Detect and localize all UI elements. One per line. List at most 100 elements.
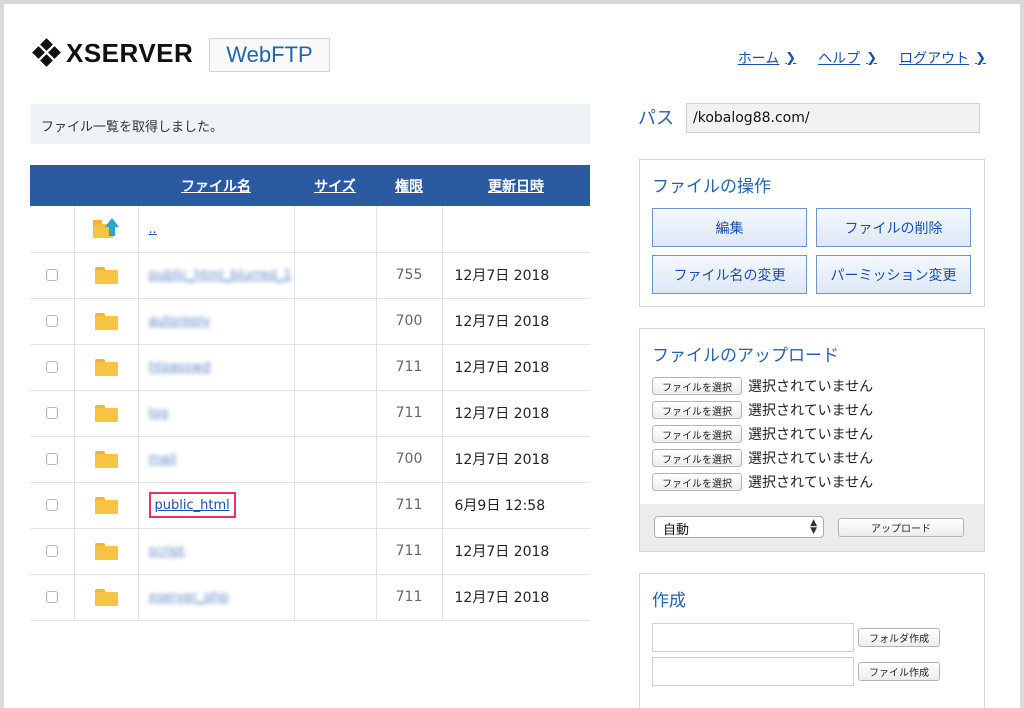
logo-text: XSERVER bbox=[66, 37, 194, 68]
upload-row: ファイルを選択 選択されていません bbox=[652, 424, 873, 444]
create-folder-button[interactable]: フォルダ作成 bbox=[858, 628, 940, 647]
upload-button[interactable]: アップロード bbox=[838, 518, 964, 537]
table-row-parent: .. bbox=[30, 206, 590, 253]
row-perm: 711 bbox=[375, 344, 442, 391]
folder-icon bbox=[94, 450, 118, 468]
file-name-link[interactable]: log bbox=[149, 406, 169, 421]
choose-file-button[interactable]: ファイルを選択 bbox=[652, 449, 742, 467]
folder-icon bbox=[94, 588, 118, 606]
row-perm: 711 bbox=[375, 528, 442, 575]
table-row: public_html_blurred_1 755 12月7日 2018 bbox=[30, 252, 590, 299]
row-checkbox[interactable] bbox=[45, 545, 58, 557]
file-name-link[interactable]: htpasswd bbox=[149, 360, 211, 375]
transfer-mode-select[interactable]: 自動 ▲ ▼ bbox=[654, 516, 824, 538]
select-arrows-icon: ▲ ▼ bbox=[810, 518, 817, 536]
header-perm: 権限 bbox=[376, 165, 442, 206]
row-date: 12月7日 2018 bbox=[441, 298, 590, 345]
sort-by-name-link[interactable]: ファイル名 bbox=[181, 179, 251, 195]
file-table: ファイル名 サイズ 権限 更新日時 .. public_html_blurred… bbox=[30, 165, 590, 621]
nav-help-label: ヘルプ bbox=[818, 51, 861, 67]
row-date: 12月7日 2018 bbox=[441, 252, 590, 299]
create-file-button[interactable]: ファイル作成 bbox=[858, 662, 940, 681]
file-name-link[interactable]: xserver_php bbox=[149, 590, 229, 605]
row-perm: 711 bbox=[375, 390, 442, 437]
choose-file-button[interactable]: ファイルを選択 bbox=[652, 425, 742, 443]
row-checkbox[interactable] bbox=[45, 453, 58, 465]
product-badge: WebFTP bbox=[209, 38, 330, 72]
upload-row: ファイルを選択 選択されていません bbox=[652, 400, 873, 420]
no-file-selected-text: 選択されていません bbox=[748, 403, 874, 419]
folder-icon bbox=[94, 266, 118, 284]
row-checkbox[interactable] bbox=[45, 591, 58, 603]
row-checkbox[interactable] bbox=[45, 499, 58, 511]
frame-border-top bbox=[0, 0, 1024, 4]
sort-by-perm-link[interactable]: 権限 bbox=[395, 179, 423, 195]
table-row: htpasswd 711 12月7日 2018 bbox=[30, 344, 590, 391]
xserver-logo-icon bbox=[30, 37, 64, 69]
header-size: サイズ bbox=[294, 165, 376, 206]
nav-home-label: ホーム bbox=[737, 51, 780, 67]
choose-file-button[interactable]: ファイルを選択 bbox=[652, 401, 742, 419]
header-check bbox=[30, 165, 74, 206]
row-date: 12月7日 2018 bbox=[441, 574, 590, 621]
table-row: public_html 711 6月9日 12:58 bbox=[30, 482, 590, 529]
chevron-right-icon: ❯ bbox=[785, 50, 797, 66]
nav-help-link[interactable]: ヘルプ ❯ bbox=[818, 48, 877, 68]
file-name-input[interactable] bbox=[652, 657, 854, 686]
sort-by-size-link[interactable]: サイズ bbox=[314, 179, 356, 195]
table-row: log 711 12月7日 2018 bbox=[30, 390, 590, 437]
upload-footer: 自動 ▲ ▼ アップロード bbox=[640, 504, 984, 551]
upload-row: ファイルを選択 選択されていません bbox=[652, 472, 873, 492]
row-checkbox[interactable] bbox=[45, 361, 58, 373]
upload-row: ファイルを選択 選択されていません bbox=[652, 448, 873, 468]
file-name-link[interactable]: public_html_blurred_1 bbox=[149, 268, 292, 283]
table-row: script 711 12月7日 2018 bbox=[30, 528, 590, 575]
folder-name-input[interactable] bbox=[652, 623, 854, 652]
file-operations-title: ファイルの操作 bbox=[652, 177, 771, 197]
table-row: mail 700 12月7日 2018 bbox=[30, 436, 590, 483]
choose-file-button[interactable]: ファイルを選択 bbox=[652, 377, 742, 395]
frame-border-right bbox=[1020, 0, 1024, 708]
row-date: 12月7日 2018 bbox=[441, 528, 590, 575]
folder-icon bbox=[94, 404, 118, 422]
upload-row: ファイルを選択 選択されていません bbox=[652, 376, 873, 396]
row-perm: 755 bbox=[375, 252, 442, 299]
row-checkbox[interactable] bbox=[45, 315, 58, 327]
edit-button[interactable]: 編集 bbox=[652, 208, 807, 247]
row-perm: 700 bbox=[375, 436, 442, 483]
header-date: 更新日時 bbox=[442, 165, 590, 206]
top-nav: ホーム ❯ ヘルプ ❯ ログアウト ❯ bbox=[738, 48, 986, 68]
change-permission-button[interactable]: パーミッション変更 bbox=[816, 255, 971, 294]
file-name-link[interactable]: script bbox=[149, 544, 185, 559]
file-name-link[interactable]: mail bbox=[149, 452, 177, 467]
table-row: autoreply 700 12月7日 2018 bbox=[30, 298, 590, 345]
no-file-selected-text: 選択されていません bbox=[748, 451, 874, 467]
chevron-right-icon: ❯ bbox=[866, 50, 878, 66]
no-file-selected-text: 選択されていません bbox=[748, 475, 874, 491]
row-date: 12月7日 2018 bbox=[441, 436, 590, 483]
frame-border-left bbox=[0, 0, 4, 708]
file-upload-title: ファイルのアップロード bbox=[652, 346, 839, 366]
file-name-link-public-html[interactable]: public_html bbox=[155, 498, 230, 513]
row-checkbox[interactable] bbox=[45, 269, 58, 281]
highlight-box: public_html bbox=[148, 492, 236, 518]
nav-home-link[interactable]: ホーム ❯ bbox=[738, 48, 797, 68]
row-date: 12月7日 2018 bbox=[441, 344, 590, 391]
rename-file-button[interactable]: ファイル名の変更 bbox=[652, 255, 807, 294]
row-date: 12月7日 2018 bbox=[441, 390, 590, 437]
sort-by-date-link[interactable]: 更新日時 bbox=[488, 179, 544, 195]
file-operations-panel: ファイルの操作 編集 ファイルの削除 ファイル名の変更 パーミッション変更 bbox=[639, 159, 985, 307]
transfer-mode-value: 自動 bbox=[663, 523, 690, 538]
delete-file-button[interactable]: ファイルの削除 bbox=[816, 208, 971, 247]
path-field[interactable]: /kobalog88.com/ bbox=[686, 103, 980, 133]
folder-icon bbox=[94, 496, 118, 514]
folder-icon bbox=[94, 358, 118, 376]
row-checkbox[interactable] bbox=[45, 407, 58, 419]
xserver-logo: XSERVER bbox=[30, 37, 193, 69]
parent-directory-link[interactable]: .. bbox=[149, 222, 157, 237]
choose-file-button[interactable]: ファイルを選択 bbox=[652, 473, 742, 491]
nav-logout-link[interactable]: ログアウト ❯ bbox=[899, 48, 986, 68]
path-label: パス bbox=[638, 108, 674, 129]
file-name-link[interactable]: autoreply bbox=[149, 314, 211, 329]
table-header-row: ファイル名 サイズ 権限 更新日時 bbox=[30, 165, 590, 206]
